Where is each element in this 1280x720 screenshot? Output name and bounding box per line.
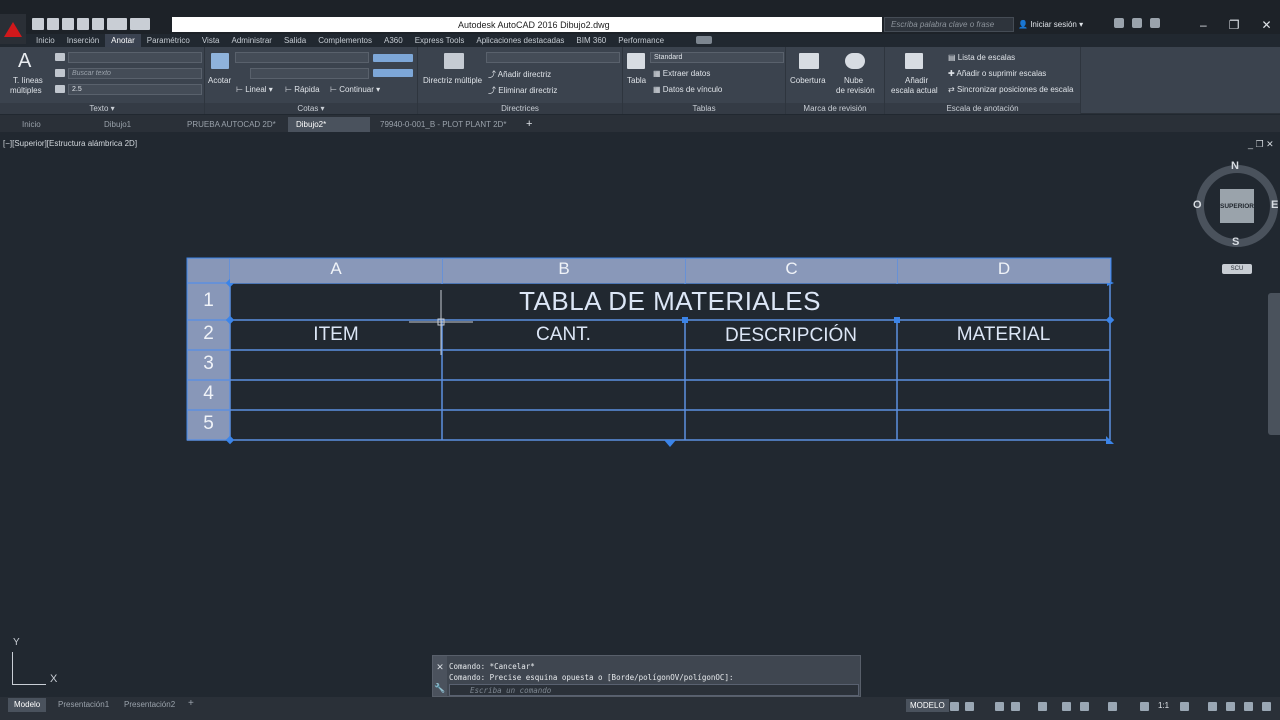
snap-icon[interactable] <box>965 702 974 711</box>
row-header-5[interactable]: 5 <box>188 413 229 437</box>
col-header-d[interactable]: D <box>898 259 1110 283</box>
lineweight-icon[interactable] <box>1062 702 1071 711</box>
add-layout-button[interactable]: + <box>184 698 198 712</box>
command-history-line-2: Comando: Precise esquina opuesta o [Bord… <box>449 673 734 682</box>
command-line-handle[interactable]: ✕ 🔧 <box>433 656 447 696</box>
col-header-c[interactable]: C <box>686 259 897 283</box>
col-header-a[interactable]: A <box>230 259 442 283</box>
table-title[interactable]: TABLA DE MATERIALES <box>231 286 1109 318</box>
layout-tab-presentacion2[interactable]: Presentación2 <box>118 698 181 712</box>
header-material[interactable]: MATERIAL <box>898 324 1109 346</box>
col-header-b[interactable]: B <box>443 259 685 283</box>
wrench-icon[interactable]: 🔧 <box>433 683 447 694</box>
header-descripcion[interactable]: DESCRIPCIÓN <box>686 325 896 347</box>
selection-cycling-icon[interactable] <box>1108 702 1117 711</box>
grid-icon[interactable] <box>950 702 959 711</box>
annotation-scale[interactable]: 1:1 <box>1158 701 1169 710</box>
layout-tab-presentacion1[interactable]: Presentación1 <box>52 698 115 712</box>
layout-tab-modelo[interactable]: Modelo <box>8 698 47 712</box>
command-line-window: ✕ 🔧 Comando: *Cancelar* Comando: Precise… <box>432 655 861 697</box>
ucs-icon <box>12 652 46 685</box>
transparency-icon[interactable] <box>1080 702 1089 711</box>
close-icon[interactable]: ✕ <box>433 662 447 673</box>
ucs-y-label: Y <box>13 637 20 648</box>
header-cant[interactable]: CANT. <box>443 324 684 346</box>
workspace-gear-icon[interactable] <box>1180 702 1189 711</box>
annotation-visibility-icon[interactable] <box>1140 702 1149 711</box>
model-space-button[interactable]: MODELO <box>906 699 949 712</box>
isolate-objects-icon[interactable] <box>1226 702 1235 711</box>
row-header-1[interactable]: 1 <box>188 290 229 314</box>
command-input[interactable]: Escriba un comando <box>449 684 859 696</box>
ucs-x-label: X <box>50 673 58 685</box>
polar-icon[interactable] <box>1011 702 1020 711</box>
status-bar: Modelo Presentación1 Presentación2 + MOD… <box>0 697 1280 720</box>
annotation-monitor-icon[interactable] <box>1208 702 1217 711</box>
row-header-4[interactable]: 4 <box>188 383 229 407</box>
command-history-line-1: Comando: *Cancelar* <box>449 662 535 671</box>
customize-status-icon[interactable] <box>1262 702 1271 711</box>
row-header-2[interactable]: 2 <box>188 323 229 347</box>
ortho-icon[interactable] <box>995 702 1004 711</box>
row-header-3[interactable]: 3 <box>188 353 229 377</box>
osnap-icon[interactable] <box>1038 702 1047 711</box>
grip-7[interactable] <box>664 440 676 447</box>
header-item[interactable]: ITEM <box>231 324 441 346</box>
hardware-acceleration-icon[interactable] <box>1244 702 1253 711</box>
